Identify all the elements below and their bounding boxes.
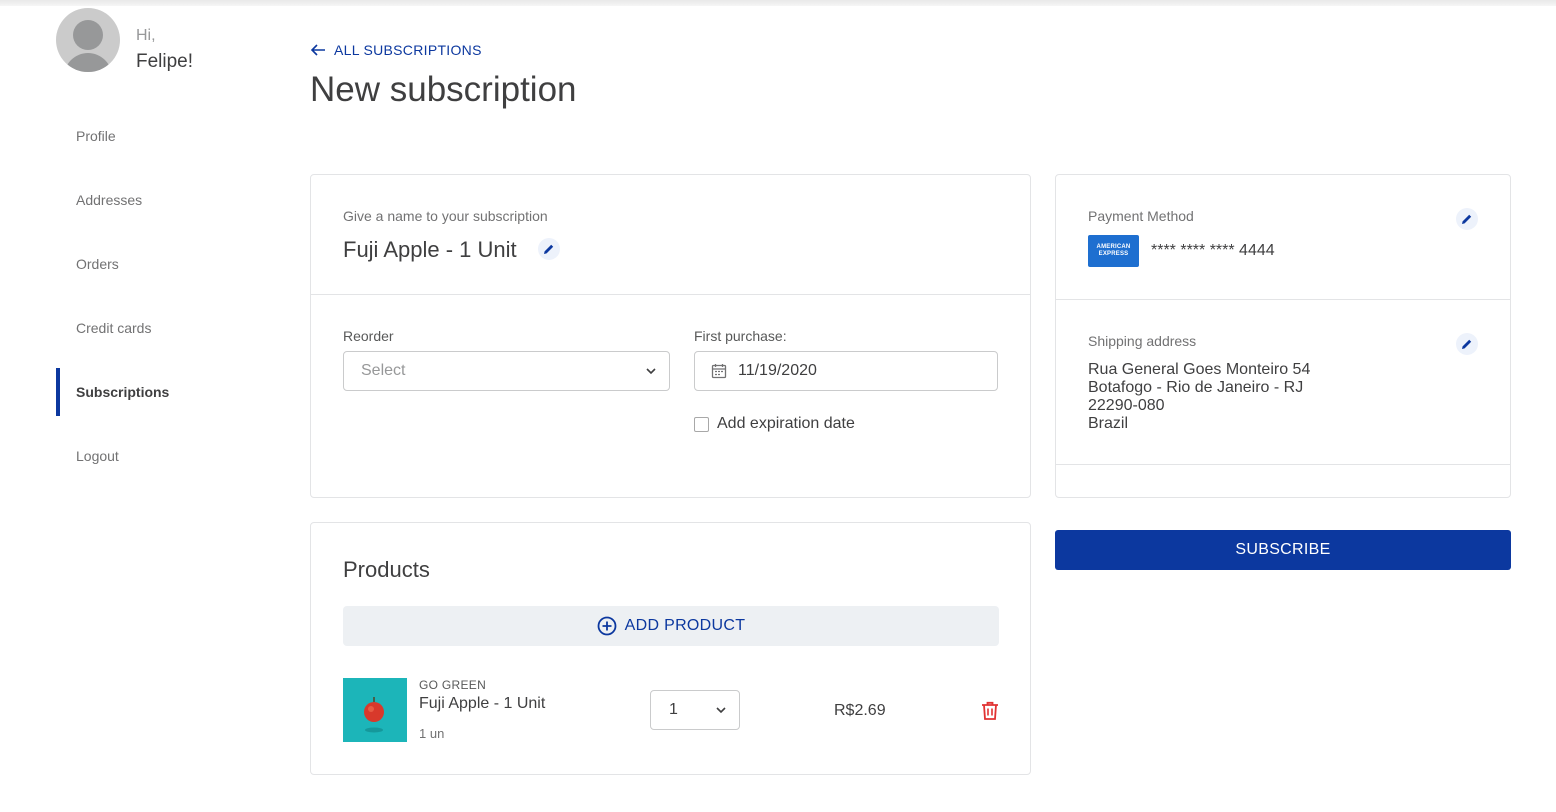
reorder-select[interactable]: Select — [343, 351, 670, 391]
first-purchase-date-input[interactable]: 11/19/2020 — [694, 351, 998, 391]
subscription-name-label: Give a name to your subscription — [343, 208, 548, 224]
plus-circle-icon — [597, 616, 617, 636]
sidebar-item-profile[interactable]: Profile — [56, 112, 276, 160]
subscribe-button[interactable]: SUBSCRIBE — [1055, 530, 1511, 570]
shipping-address: Rua General Goes Monteiro 54 Botafogo - … — [1088, 361, 1310, 433]
products-card: Products ADD PRODUCT GO GREEN Fuji Apple… — [310, 522, 1031, 775]
product-name: Fuji Apple - 1 Unit — [419, 695, 546, 712]
address-line-2: Botafogo - Rio de Janeiro - RJ — [1088, 379, 1304, 396]
greeting-name: Felipe! — [136, 51, 194, 72]
expiration-label: Add expiration date — [717, 415, 855, 432]
expiration-checkbox[interactable] — [694, 416, 709, 432]
add-product-label: ADD PRODUCT — [624, 617, 746, 634]
quantity-value: 1 — [669, 701, 678, 718]
product-brand: GO GREEN — [419, 678, 487, 692]
payment-method-label: Payment Method — [1088, 208, 1194, 224]
greeting-hi: Hi, — [136, 27, 156, 44]
quantity-select[interactable]: 1 — [650, 690, 740, 730]
sidebar-item-logout[interactable]: Logout — [56, 432, 276, 480]
reorder-select-value: Select — [361, 362, 406, 379]
edit-shipping-button[interactable] — [1456, 333, 1478, 355]
avatar-body — [64, 53, 112, 72]
first-purchase-date-value: 11/19/2020 — [738, 362, 817, 379]
divider — [1056, 299, 1510, 300]
divider — [1056, 464, 1510, 465]
avatar — [56, 8, 120, 72]
address-line-1: Rua General Goes Monteiro 54 — [1088, 361, 1311, 378]
apple-icon — [364, 697, 384, 733]
first-purchase-label: First purchase: — [694, 328, 787, 344]
pencil-icon — [1462, 339, 1472, 349]
pencil-icon — [544, 244, 554, 254]
sidebar-item-orders[interactable]: Orders — [56, 240, 276, 288]
sidebar-item-subscriptions[interactable]: Subscriptions — [56, 368, 276, 416]
expiration-date-toggle[interactable]: Add expiration date — [694, 415, 855, 433]
back-to-subscriptions-link[interactable]: ALL SUBSCRIPTIONS — [310, 42, 482, 58]
back-link-label: ALL SUBSCRIPTIONS — [334, 42, 482, 58]
amex-logo-line1: AMERICAN — [1096, 244, 1131, 250]
subscription-name: Fuji Apple - 1 Unit — [343, 237, 517, 262]
calendar-icon — [711, 364, 727, 379]
chevron-down-icon — [716, 707, 726, 714]
trash-icon[interactable] — [981, 701, 999, 721]
sidebar-nav: Profile Addresses Orders Credit cards Su… — [56, 112, 276, 496]
payment-shipping-card: Payment Method AMERICAN EXPRESS **** ***… — [1055, 174, 1511, 498]
sidebar-item-credit-cards[interactable]: Credit cards — [56, 304, 276, 352]
shipping-address-label: Shipping address — [1088, 333, 1197, 349]
products-title: Products — [343, 557, 430, 582]
amex-card-logo: AMERICAN EXPRESS — [1088, 235, 1139, 267]
chevron-down-icon — [646, 368, 656, 375]
add-product-button[interactable]: ADD PRODUCT — [343, 606, 999, 646]
product-unit: 1 un — [419, 726, 445, 741]
arrow-left-icon — [310, 44, 325, 56]
top-bar — [0, 0, 1556, 6]
sidebar-item-addresses[interactable]: Addresses — [56, 176, 276, 224]
product-image — [343, 678, 407, 742]
edit-payment-button[interactable] — [1456, 208, 1478, 230]
page-title: New subscription — [310, 70, 577, 109]
divider — [311, 294, 1030, 295]
address-line-3: 22290-080 — [1088, 397, 1165, 414]
edit-name-button[interactable] — [538, 238, 560, 260]
subscription-details-card: Give a name to your subscription Fuji Ap… — [310, 174, 1031, 498]
address-line-4: Brazil — [1088, 415, 1129, 432]
product-price: R$2.69 — [834, 702, 886, 719]
pencil-icon — [1462, 214, 1472, 224]
card-number: **** **** **** 4444 — [1151, 242, 1275, 259]
avatar-head — [73, 20, 103, 50]
amex-logo-line2: EXPRESS — [1098, 251, 1129, 257]
reorder-label: Reorder — [343, 328, 394, 344]
